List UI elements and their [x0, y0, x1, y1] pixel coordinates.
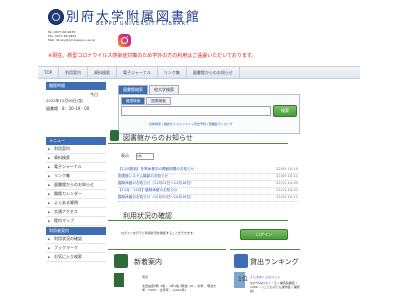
nav-ejournal[interactable]: 電子ジャーナル — [117, 67, 158, 78]
user-item-status[interactable]: 利用状況の確認 — [46, 235, 106, 244]
search-panel: 蔵書検索 図書検索 検索 全体検索 | 雑誌タイトルリスト | 貸出予約 | 図… — [118, 94, 300, 134]
ranking-rank: 1位 — [238, 276, 248, 283]
ranking-book-title[interactable]: そらまめくんのベッド — [250, 275, 280, 279]
instagram-icon[interactable] — [118, 34, 131, 47]
news-header: 図書館からのお知らせ — [108, 130, 288, 144]
usage-header: 利用状況の確認 — [108, 211, 288, 221]
new-book-title[interactable]: 明道 — [142, 275, 148, 279]
library-label: 図書館 — [46, 106, 58, 111]
new-book-detail: 太田由彦(著) 3版 -- 7年1版 (明治) 16 -- 文学。 明治大学、1… — [142, 284, 217, 292]
subtab-holdings[interactable]: 蔵書検索 — [121, 97, 146, 105]
today-date: 2022年12月09日(金) — [46, 98, 84, 103]
menu-item-calendar[interactable]: 開館カレンダー — [46, 190, 106, 199]
news-count-value: 5件 — [137, 154, 142, 158]
news-item-date: 22/11 14:31 — [276, 188, 298, 192]
top-nav: TOP 利用案内 資料検索 電子ジャーナル リンク集 図書館からのお知らせ — [38, 66, 360, 79]
news-count-label: 表示 — [121, 153, 129, 158]
news-item-title[interactable]: 図書館システム機能のお知らせ — [118, 174, 168, 178]
nav-guide[interactable]: 利用案内 — [59, 67, 89, 78]
search-links[interactable]: 全体検索 | 雑誌タイトルリスト | 貸出予約 | 図書館ランキング — [149, 122, 233, 126]
news-item-date: 22/09 10:10 — [276, 167, 298, 171]
new-books-title: 新着案内 — [134, 258, 162, 266]
menu-item-guide[interactable]: 利用案内 — [46, 145, 106, 154]
new-book-cover[interactable] — [114, 273, 124, 287]
menu-item-faq[interactable]: よくある質問 — [46, 199, 106, 208]
opening-hours-header: 開館時間 — [46, 82, 106, 90]
menu-item-search[interactable]: 資料検索 — [46, 154, 106, 163]
ranking-book-detail: なかやみわさく・え / 福音館書店 / 1999. -- (こどものとも傑作集 … — [250, 281, 300, 293]
menu-item-links[interactable]: リンク集 — [46, 172, 106, 181]
login-button[interactable]: ログイン — [240, 229, 288, 240]
news-item-title[interactable]: 臨時休館のお知らせ（11月21日～12月18日） — [118, 181, 194, 185]
nav-top[interactable]: TOP — [38, 67, 60, 78]
news-item-title[interactable]: 【11月・12月】臨時休館のお知らせ — [118, 188, 177, 192]
news-item-date: 22/11 14:35 — [276, 181, 298, 185]
menu-item-access[interactable]: 交通アクセス — [46, 208, 106, 217]
news-title: 図書館からのお知らせ — [123, 134, 193, 142]
new-books-icon — [114, 254, 128, 268]
nav-news[interactable]: 図書館からのお知らせ — [187, 67, 240, 78]
opening-hours-panel: 開館時間 今日 2022年12月09日(金) 図書館 8：30-19：00 — [46, 82, 106, 116]
menu-item-ejournal[interactable]: 電子ジャーナル — [46, 163, 106, 172]
university-seal-icon — [48, 9, 64, 25]
covid-notice: ※現在、新型コロナウイルス感染症対策のため学外の方の利用はご遠慮いただいておりま… — [48, 53, 257, 59]
subtab-books[interactable]: 図書検索 — [146, 97, 171, 105]
new-books-panel: 新着案内 明道 太田由彦(著) 3版 -- 7年1版 (明治) 16 -- 文学… — [108, 249, 226, 301]
menu-header: メニュー — [46, 137, 106, 145]
news-item[interactable]: 臨時休館のお知らせ（10月20日～10月18日） 22/10 10:11 — [118, 194, 298, 202]
login-button-label: ログイン — [256, 232, 272, 237]
nav-links[interactable]: リンク集 — [158, 67, 187, 78]
menu-item-news[interactable]: 図書館からのお知らせ — [46, 181, 106, 190]
usage-text: ログインを行うと利用状況を確認することができます。 — [121, 231, 196, 235]
user-guide-panel: 利用者案内 利用状況の確認 ブックマーク お気に入り検索 — [46, 227, 106, 262]
contact-info: Tel. 0977-66-9633 Fax. 0977-66-9632 Mail… — [48, 30, 102, 42]
news-item-title[interactable]: 【12/8更新】冬季休業中の開館時間のお知らせ — [118, 167, 194, 171]
library-title-en: BEPPU UNIVERSITY LIBRARY — [96, 21, 190, 27]
usage-title: 利用状況の確認 — [123, 212, 172, 220]
today-label: 今日 — [90, 92, 98, 97]
search-input[interactable] — [121, 106, 271, 116]
user-guide-header: 利用者案内 — [46, 227, 106, 235]
nav-search[interactable]: 資料検索 — [88, 67, 118, 78]
news-count-select[interactable]: 5件 — [136, 153, 154, 160]
user-item-saved-search[interactable]: お気に入り検索 — [46, 253, 106, 262]
news-item-date: 22/10 10:11 — [276, 195, 298, 199]
search-button[interactable]: 検索 — [273, 105, 297, 117]
news-item-date: 22/09 10:11 — [276, 174, 298, 178]
news-icon — [110, 130, 119, 141]
ranking-icon — [234, 254, 248, 268]
ranking-panel: 貸出ランキング 1位 そらまめくんのベッド なかやみわさく・え / 福音館書店 … — [230, 249, 300, 301]
user-item-bookmark[interactable]: ブックマーク — [46, 244, 106, 253]
mail: Mail. library@nm.beppu-u.ac.jp — [48, 38, 96, 42]
menu-panel: メニュー 利用案内 資料検索 電子ジャーナル リンク集 図書館からのお知らせ 開… — [46, 137, 106, 226]
opening-hours: 8：30-19：00 — [62, 106, 90, 111]
menu-item-map[interactable]: 館内マップ — [46, 217, 106, 226]
search-button-label: 検索 — [281, 108, 289, 113]
news-item-title[interactable]: 臨時休館のお知らせ（10月20日～10月18日） — [118, 195, 194, 199]
ranking-title: 貸出ランキング — [250, 258, 299, 266]
